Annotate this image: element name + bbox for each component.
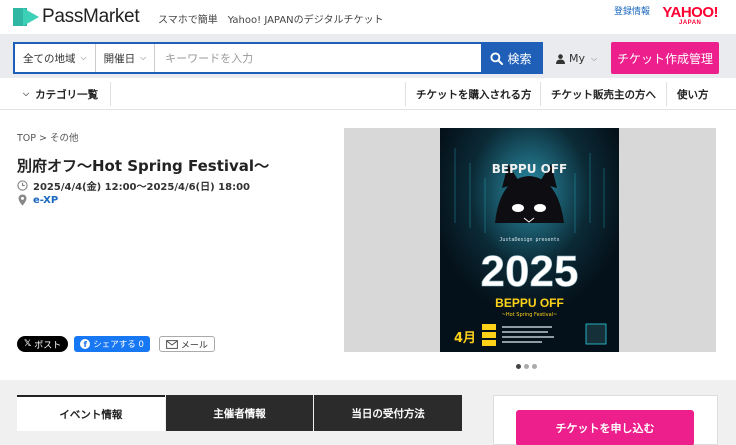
date-select[interactable]: 開催日 ⌵ bbox=[95, 44, 156, 72]
event-organizer: e-XP bbox=[17, 194, 58, 206]
registration-link[interactable]: 登録情報 bbox=[614, 4, 650, 17]
share-buttons: 𝕏 ポスト f シェアする 0 メール bbox=[17, 336, 215, 352]
poster-logo-text: BEPPU OFF bbox=[492, 162, 567, 176]
passmarket-logo[interactable]: PassMarket bbox=[13, 6, 140, 28]
mail-share-button[interactable]: メール bbox=[158, 336, 215, 352]
x-post-button[interactable]: 𝕏 ポスト bbox=[17, 336, 69, 352]
region-select-label: 全ての地域 bbox=[23, 52, 76, 65]
clock-icon bbox=[17, 180, 28, 191]
apply-panel: チケットを申し込む bbox=[493, 395, 718, 445]
mail-share-label: メール bbox=[180, 340, 208, 351]
event-image-gallery[interactable]: BEPPU OFF JustaDesign presents 2025 BEPP… bbox=[344, 128, 716, 352]
search-band: 全ての地域 ⌵ 開催日 ⌵ 検索 My ⌵ チケット作成管理 bbox=[0, 34, 736, 78]
tab-event-info[interactable]: イベント情報 bbox=[17, 395, 165, 431]
keyword-field bbox=[155, 44, 481, 72]
chevron-down-icon: ⌵ bbox=[591, 53, 598, 63]
category-menu-label: カテゴリ一覧 bbox=[35, 88, 99, 101]
tagline: スマホで簡単 Yahoo! JAPANのデジタルチケット bbox=[158, 15, 384, 26]
category-menu[interactable]: ⌵ カテゴリ一覧 bbox=[13, 82, 112, 106]
search-icon bbox=[490, 51, 504, 65]
gallery-dot[interactable] bbox=[532, 364, 537, 369]
gallery-dot[interactable] bbox=[524, 364, 529, 369]
event-tabs: イベント情報 主催者情報 当日の受付方法 bbox=[17, 395, 463, 445]
date-select-label: 開催日 bbox=[103, 52, 136, 65]
gallery-pagination bbox=[516, 364, 540, 369]
location-pin-icon bbox=[18, 194, 27, 206]
keyword-input[interactable] bbox=[165, 51, 481, 65]
facebook-icon: f bbox=[80, 339, 91, 349]
search-button[interactable]: 検索 bbox=[481, 44, 541, 72]
nav-link-sellers[interactable]: チケット販売主の方へ bbox=[540, 82, 666, 106]
poster-year: 2025 bbox=[481, 247, 579, 296]
brand-name: PassMarket bbox=[42, 6, 140, 27]
region-select[interactable]: 全ての地域 ⌵ bbox=[15, 44, 96, 72]
apply-ticket-button[interactable]: チケットを申し込む bbox=[516, 410, 694, 445]
tab-reception-method[interactable]: 当日の受付方法 bbox=[314, 395, 463, 431]
poster-month: 4月 bbox=[454, 331, 476, 346]
event-datetime: 2025/4/4(金) 12:00〜2025/4/6(日) 18:00 bbox=[17, 178, 250, 193]
yahoo-japan-logo[interactable]: YAHOO! JAPAN bbox=[662, 5, 718, 27]
poster-presenter: JustaDesign presents bbox=[499, 237, 559, 243]
poster-subtitle: ~Hot Spring Festival~ bbox=[502, 312, 558, 318]
x-post-label: ポスト bbox=[34, 340, 62, 351]
event-title: 別府オフ〜Hot Spring Festival〜 bbox=[17, 157, 270, 175]
yahoo-logo-lettering: YAHOO! bbox=[662, 4, 718, 21]
poster-art: BEPPU OFF JustaDesign presents 2025 BEPP… bbox=[440, 128, 619, 352]
yahoo-logo-sub: JAPAN bbox=[678, 20, 702, 26]
event-main: TOP > その他 別府オフ〜Hot Spring Festival〜 2025… bbox=[0, 110, 736, 380]
top-header: PassMarket スマホで簡単 Yahoo! JAPANのデジタルチケット … bbox=[0, 0, 736, 34]
event-details-section: イベント情報 主催者情報 当日の受付方法 チケットを申し込む bbox=[0, 380, 736, 445]
user-icon bbox=[556, 53, 565, 64]
search-box: 全ての地域 ⌵ 開催日 ⌵ 検索 bbox=[13, 42, 543, 74]
organizer-link[interactable]: e-XP bbox=[33, 195, 58, 206]
mail-icon bbox=[166, 339, 178, 349]
search-button-label: 検索 bbox=[507, 51, 532, 66]
nav-bar: ⌵ カテゴリ一覧 チケットを購入される方 チケット販売主の方へ 使い方 bbox=[0, 78, 736, 110]
chevron-down-icon: ⌵ bbox=[80, 53, 87, 62]
poster-event-name: BEPPU OFF bbox=[495, 296, 564, 310]
x-logo-icon: 𝕏 bbox=[24, 339, 32, 349]
event-datetime-text: 2025/4/4(金) 12:00〜2025/4/6(日) 18:00 bbox=[33, 182, 251, 193]
facebook-share-label: シェアする 0 bbox=[93, 340, 144, 350]
create-ticket-button[interactable]: チケット作成管理 bbox=[611, 42, 719, 74]
breadcrumb[interactable]: TOP > その他 bbox=[17, 130, 79, 144]
event-poster: BEPPU OFF JustaDesign presents 2025 BEPP… bbox=[440, 128, 619, 352]
tab-organizer-info[interactable]: 主催者情報 bbox=[165, 395, 314, 431]
passmarket-logo-mark bbox=[13, 8, 39, 26]
my-menu-label: My bbox=[569, 52, 586, 65]
facebook-share-button[interactable]: f シェアする 0 bbox=[74, 336, 150, 352]
my-menu[interactable]: My ⌵ bbox=[556, 52, 597, 65]
nav-link-how-to[interactable]: 使い方 bbox=[666, 82, 719, 106]
nav-link-buyers[interactable]: チケットを購入される方 bbox=[405, 82, 542, 106]
gallery-dot[interactable] bbox=[516, 364, 521, 369]
chevron-down-icon: ⌵ bbox=[23, 89, 30, 98]
chevron-down-icon: ⌵ bbox=[140, 53, 147, 62]
